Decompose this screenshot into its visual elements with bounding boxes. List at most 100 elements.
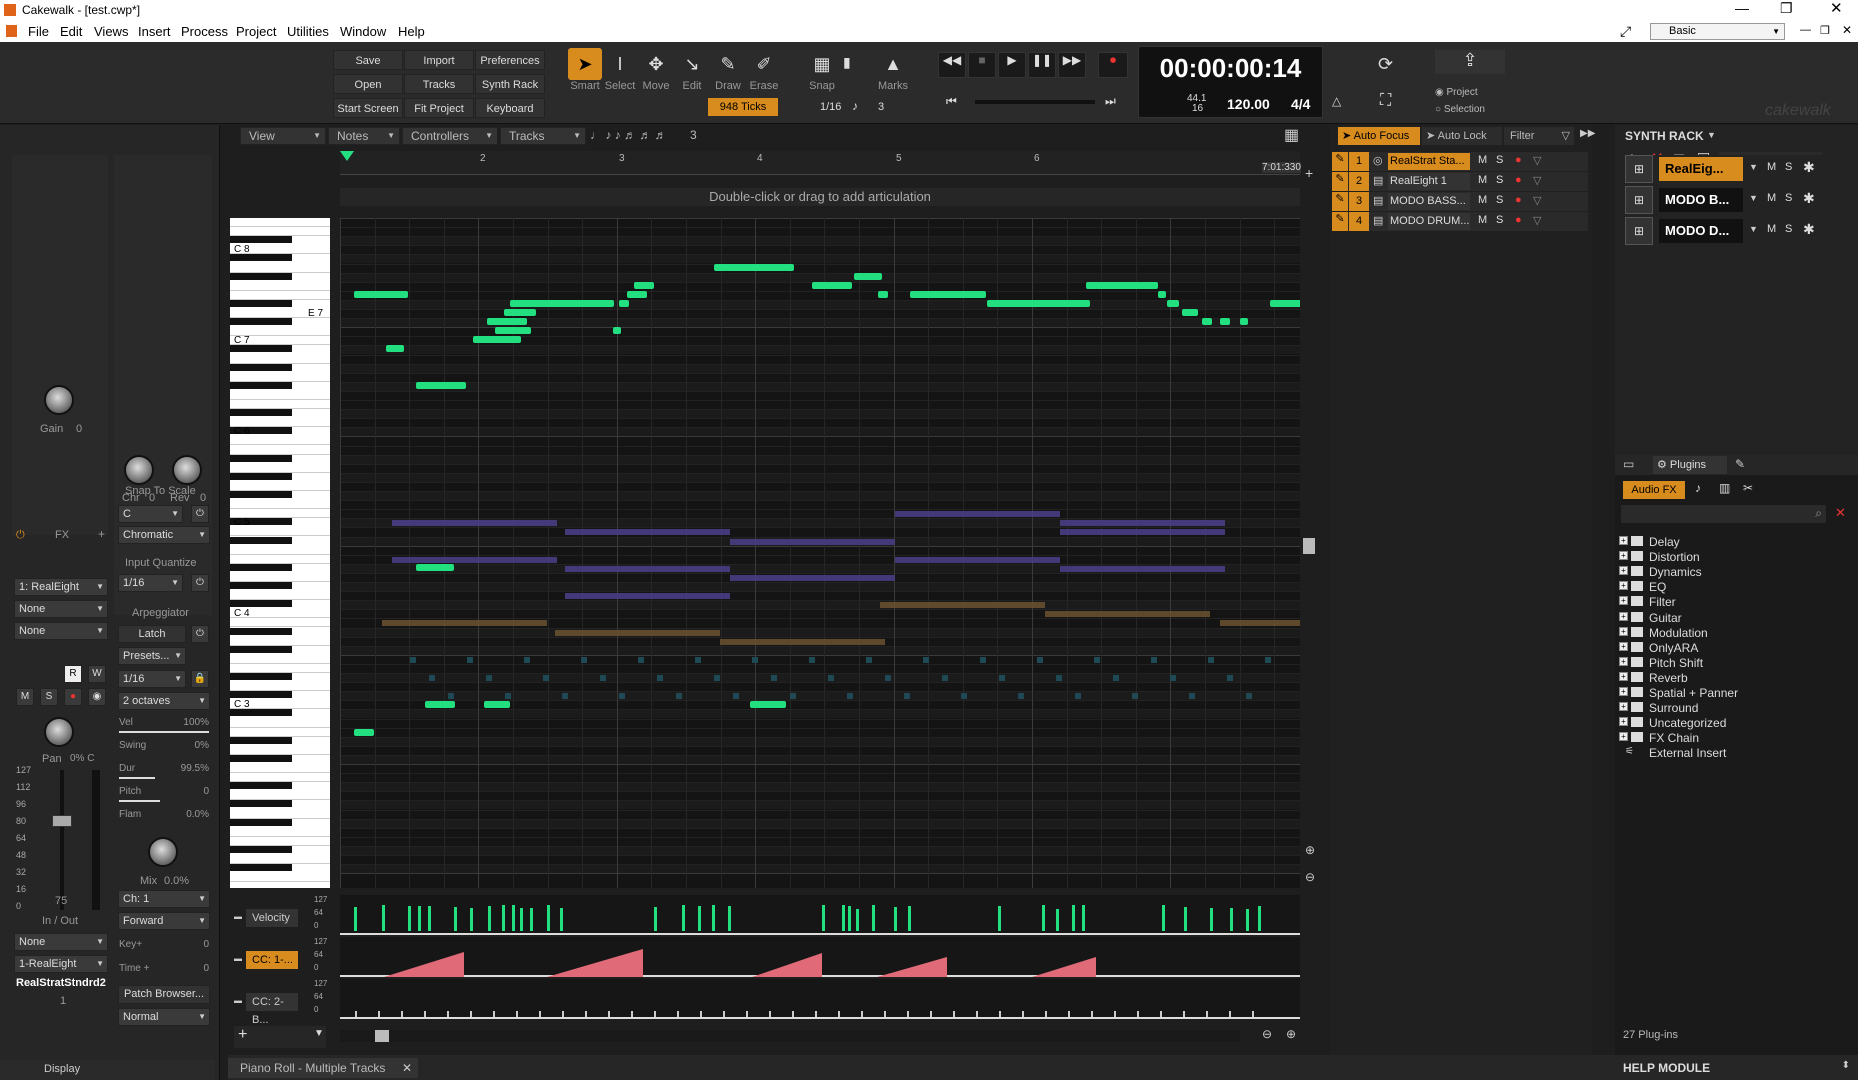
white-key[interactable] (230, 372, 330, 382)
pan-knob[interactable] (44, 717, 74, 747)
piano-roll-tab[interactable]: Piano Roll - Multiple Tracks ✕ (228, 1058, 418, 1078)
midi-note[interactable] (910, 290, 986, 298)
midi-note[interactable] (634, 281, 654, 289)
black-key[interactable] (230, 845, 292, 853)
collapse-icon[interactable]: ▶▶ (1580, 128, 1595, 139)
midi-note[interactable] (1202, 318, 1212, 326)
black-key[interactable] (230, 563, 292, 571)
velocity-bar[interactable] (560, 908, 563, 931)
synth-menu-icon[interactable]: ▼ (1749, 162, 1758, 172)
velocity-bar[interactable] (822, 905, 825, 931)
velocity-bar[interactable] (1230, 908, 1233, 931)
synth-freeze-icon[interactable]: ✱ (1803, 221, 1815, 238)
velocity-bar[interactable] (520, 908, 523, 931)
tempo-value[interactable]: 120.00 (1227, 96, 1270, 112)
scale-type-select[interactable]: Chromatic (118, 526, 210, 544)
arp-channel-select[interactable]: Ch: 1 (118, 890, 210, 908)
go-to-end-icon[interactable]: ⏭ (1105, 94, 1116, 109)
velocity-bar[interactable] (1258, 906, 1261, 931)
black-key[interactable] (230, 272, 292, 280)
expand-icon[interactable]: + (1619, 671, 1628, 681)
midi-note[interactable] (473, 336, 521, 344)
midi-note[interactable] (354, 728, 374, 736)
arp-direction-select[interactable]: Forward (118, 912, 210, 930)
black-key[interactable] (230, 754, 292, 762)
snap-value[interactable]: 1/16 (820, 101, 841, 113)
lane-collapse-icon[interactable]: ▬ (234, 996, 242, 1005)
track-filter-icon[interactable]: ▽ (1533, 214, 1541, 227)
now-marker[interactable] (340, 151, 354, 161)
track-name[interactable]: MODO DRUM... (1388, 213, 1470, 230)
expand-icon[interactable]: + (1619, 566, 1628, 576)
latch-button[interactable]: Latch (118, 625, 186, 643)
lane-label[interactable]: CC: 2-B... (246, 993, 298, 1026)
track-arm-icon[interactable]: ● (1515, 154, 1522, 166)
horizontal-scrollbar[interactable] (340, 1030, 1240, 1042)
white-key[interactable] (230, 227, 330, 237)
white-key[interactable] (230, 463, 330, 473)
white-key[interactable] (230, 873, 330, 883)
velocity-bar[interactable] (728, 906, 731, 931)
midi-note[interactable] (613, 327, 621, 335)
synth-menu-icon[interactable]: ▼ (1749, 193, 1758, 203)
loop-icon[interactable]: ⟳ (1378, 54, 1393, 75)
track-filter-icon[interactable]: ▽ (1533, 194, 1541, 207)
key-plus-slider[interactable]: Key+ 0 (119, 939, 209, 957)
scale-root-select[interactable]: C (118, 505, 183, 523)
menu-insert[interactable]: Insert (138, 24, 171, 39)
velocity-bar[interactable] (1184, 907, 1187, 931)
duration-icons[interactable]: ♩ ♪ ♪ ♬ ♬ ♬ (590, 128, 667, 142)
pause-button[interactable]: ❚❚ (1028, 52, 1056, 78)
input-quantize-power-icon[interactable]: ⏻ (191, 574, 209, 592)
note-grid[interactable] (340, 218, 1300, 888)
velocity-bar[interactable] (1210, 908, 1213, 931)
midi-note[interactable] (416, 381, 466, 389)
expand-icon[interactable]: + (1619, 551, 1628, 561)
black-key[interactable] (230, 818, 292, 826)
midi-note[interactable] (750, 701, 786, 709)
mute-button[interactable]: M (16, 688, 34, 706)
midi-note[interactable] (1086, 281, 1158, 289)
h-scroll-thumb[interactable] (375, 1030, 389, 1042)
record-button[interactable]: ⏺ (1098, 52, 1128, 78)
mdi-close-icon[interactable]: ✕ (1842, 23, 1852, 37)
solo-button[interactable]: S (40, 688, 58, 706)
track-edit-icon[interactable]: ✎ (1332, 152, 1348, 171)
velocity-bar[interactable] (1082, 905, 1085, 931)
play-button[interactable]: ▶ (998, 52, 1026, 78)
h-zoom-out-icon[interactable]: ⊖ (1262, 1027, 1272, 1041)
menu-utilities[interactable]: Utilities (287, 24, 329, 39)
velocity-bar[interactable] (1072, 905, 1075, 931)
help-expand-icon[interactable]: ⬍ (1842, 1060, 1850, 1071)
track-mute-button[interactable]: M (1478, 174, 1487, 186)
midi-note[interactable] (1270, 299, 1300, 307)
midi-note[interactable] (416, 563, 454, 571)
mdi-minimize-icon[interactable]: — (1800, 24, 1811, 36)
vertical-scrollbar[interactable] (1302, 218, 1316, 888)
tab-close-icon[interactable]: ✕ (402, 1058, 412, 1078)
velocity-bar[interactable] (682, 905, 685, 931)
white-key[interactable] (230, 682, 330, 692)
snap-toggle[interactable]: ▦ Snap (805, 48, 839, 98)
expand-icon[interactable]: + (1619, 641, 1628, 651)
track-mute-button[interactable]: M (1478, 194, 1487, 206)
selection-radio[interactable]: ○ Selection (1435, 104, 1485, 115)
stop-button[interactable]: ■ (968, 52, 996, 78)
lane-collapse-icon[interactable]: ▬ (234, 954, 242, 963)
output-port-select[interactable]: 1-RealEight (14, 955, 108, 973)
track-solo-button[interactable]: S (1496, 174, 1503, 186)
fx-power-icon[interactable]: ⏻ (16, 529, 25, 542)
input-quantize-select[interactable]: 1/16 (118, 574, 183, 592)
velocity-bar[interactable] (1246, 909, 1249, 931)
keyboard[interactable]: C 8 E 7 C 7 C 6 C 5 C 4 C 3 (230, 218, 330, 888)
black-key[interactable] (230, 864, 292, 872)
synth-rack-button[interactable]: Synth Rack (475, 74, 545, 94)
white-key[interactable] (230, 718, 330, 728)
white-key[interactable] (230, 618, 330, 628)
zoom-out-icon[interactable]: ⊖ (1305, 870, 1315, 884)
white-key[interactable] (230, 773, 330, 783)
expand-icon[interactable]: + (1619, 581, 1628, 591)
white-key[interactable] (230, 218, 330, 228)
white-key[interactable] (230, 436, 330, 446)
duration-count[interactable]: 3 (690, 128, 697, 142)
